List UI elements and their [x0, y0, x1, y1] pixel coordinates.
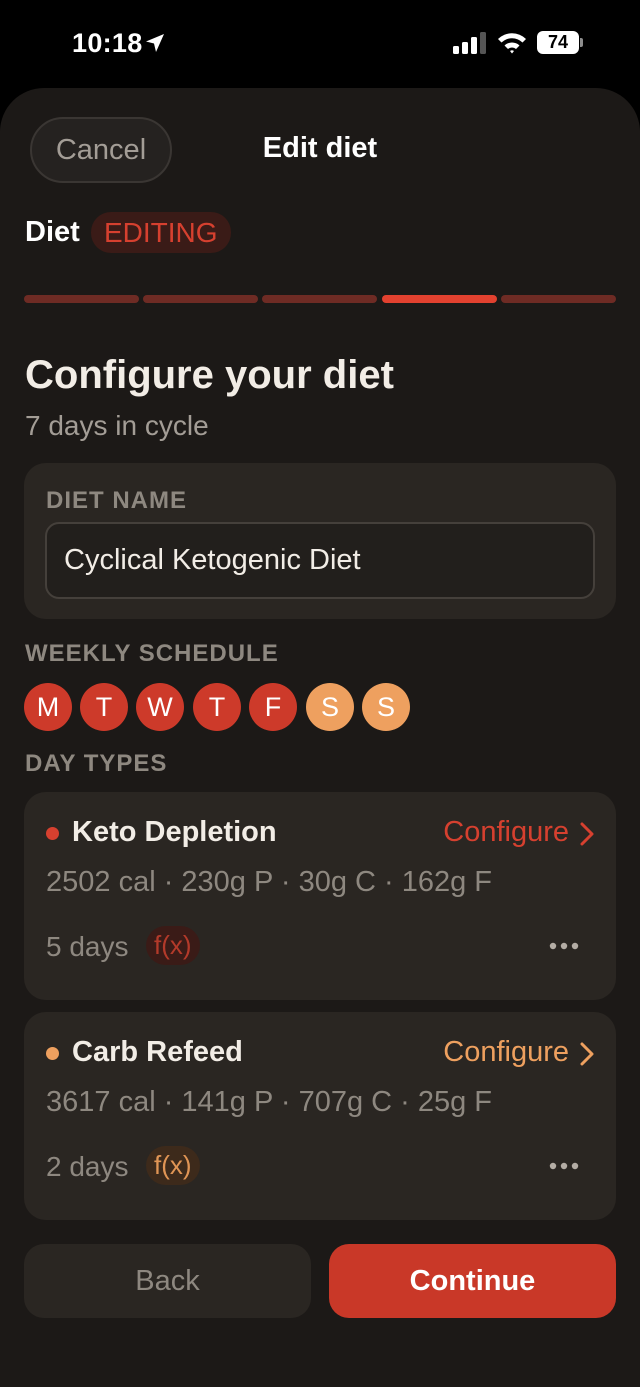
breadcrumb-label: Diet [25, 216, 80, 248]
diet-name-input[interactable]: Cyclical Ketogenic Diet [45, 522, 595, 599]
day-friday[interactable]: F [249, 683, 297, 731]
day-thursday[interactable]: T [193, 683, 241, 731]
day-wednesday[interactable]: W [136, 683, 184, 731]
day-type-card-keto-depletion: Keto Depletion Configure 2502 cal · 230g… [24, 792, 616, 1000]
day-type-card-carb-refeed: Carb Refeed Configure 3617 cal · 141g P … [24, 1012, 616, 1220]
battery-level: 74 [537, 31, 579, 54]
configure-keto-depletion-link[interactable]: Configure [443, 816, 569, 849]
day-type-days-count: 2 days [46, 1151, 129, 1182]
status-time: 10:18 [72, 28, 143, 58]
progress-step-5 [501, 295, 616, 303]
progress-step-4-current [382, 295, 497, 303]
day-type-days-count: 5 days [46, 931, 129, 962]
day-type-color-dot [46, 1047, 59, 1060]
chevron-right-icon[interactable] [580, 1042, 594, 1066]
formula-badge: f(x) [146, 1146, 200, 1185]
back-button[interactable]: Back [24, 1244, 311, 1318]
day-type-name: Carb Refeed [72, 1036, 243, 1068]
cellular-signal-icon [453, 32, 486, 54]
day-type-macros: 2502 cal · 230g P · 30g C · 162g F [46, 866, 493, 898]
sheet-title: Edit diet [262, 132, 378, 164]
configure-carb-refeed-link[interactable]: Configure [443, 1036, 569, 1069]
status-bar: 10:18 74 [0, 0, 640, 88]
day-type-name: Keto Depletion [72, 816, 277, 848]
editing-status-badge: EDITING [91, 212, 231, 253]
progress-step-1 [24, 295, 139, 303]
edit-diet-sheet: Cancel Edit diet Diet EDITING Configure … [0, 88, 640, 1387]
page-title: Configure your diet [25, 353, 394, 397]
cycle-length-subtitle: 7 days in cycle [25, 410, 209, 441]
day-monday[interactable]: M [24, 683, 72, 731]
day-type-color-dot [46, 827, 59, 840]
battery-indicator: 74 [537, 31, 583, 54]
continue-button[interactable]: Continue [329, 1244, 616, 1318]
weekly-schedule-label: WEEKLY SCHEDULE [25, 640, 279, 667]
day-sunday[interactable]: S [362, 683, 410, 731]
day-tuesday[interactable]: T [80, 683, 128, 731]
progress-step-2 [143, 295, 258, 303]
location-arrow-icon [146, 34, 164, 52]
chevron-right-icon[interactable] [580, 822, 594, 846]
weekly-schedule: M T W T F S S [24, 683, 424, 731]
progress-step-3 [262, 295, 377, 303]
day-types-label: DAY TYPES [25, 750, 168, 777]
battery-nub [580, 38, 583, 47]
more-options-icon[interactable] [549, 942, 579, 950]
step-progress-bar [24, 295, 616, 303]
wifi-icon [498, 33, 526, 54]
more-options-icon[interactable] [549, 1162, 579, 1170]
formula-badge: f(x) [146, 926, 200, 965]
day-saturday[interactable]: S [306, 683, 354, 731]
diet-name-card: DIET NAME Cyclical Ketogenic Diet [24, 463, 616, 619]
diet-name-label: DIET NAME [46, 487, 187, 514]
day-type-macros: 3617 cal · 141g P · 707g C · 25g F [46, 1086, 493, 1118]
